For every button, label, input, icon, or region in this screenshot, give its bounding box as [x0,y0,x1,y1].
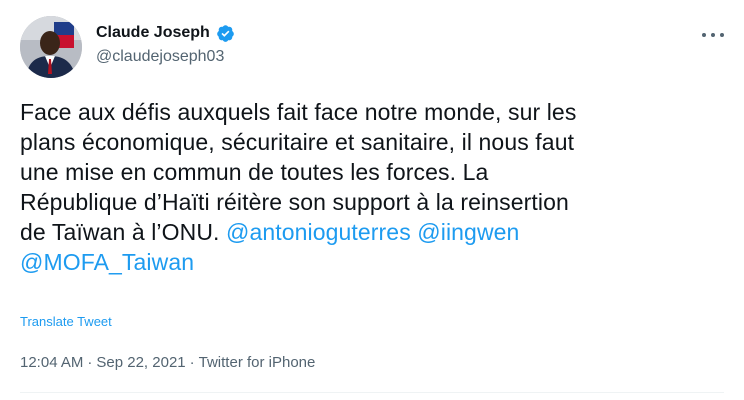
tweet-text: Face aux défis auxquels fait face notre … [20,97,720,277]
display-name[interactable]: Claude Joseph [96,24,210,42]
tweet-date[interactable]: Sep 22, 2021 [96,354,185,371]
mention-link[interactable]: @antonioguterres [226,219,411,245]
tweet-source[interactable]: Twitter for iPhone [199,354,316,371]
tweet-text-line: de Taïwan à l’ONU. [20,219,227,245]
tweet-meta: 12:04 AM · Sep 22, 2021 · Twitter for iPhone [20,354,315,371]
more-dot [711,33,715,37]
avatar[interactable] [20,16,82,78]
more-dot [702,33,706,37]
verified-badge-icon [216,24,235,43]
name-row: Claude Joseph [96,22,235,44]
tweet-time[interactable]: 12:04 AM [20,354,83,371]
tweet-text-line: République d’Haïti réitère son support à… [20,189,569,215]
tweet-card: Claude Joseph @claudejoseph03 Face aux d… [0,0,744,400]
mention-link[interactable]: @iingwen [417,219,519,245]
tweet-text-line: Face aux défis auxquels fait face notre … [20,99,577,125]
tweet-header: Claude Joseph @claudejoseph03 [20,14,724,78]
meta-separator: · [87,354,93,371]
tweet-text-line: une mise en commun de toutes les forces.… [20,159,489,185]
meta-separator: · [189,354,195,371]
tweet-text-line: plans économique, sécuritaire et sanitai… [20,129,575,155]
mention-link[interactable]: @MOFA_Taiwan [20,249,194,275]
author-handle[interactable]: @claudejoseph03 [96,48,235,66]
translate-tweet-link[interactable]: Translate Tweet [20,314,112,329]
divider [20,392,724,393]
more-options-icon[interactable] [702,28,724,42]
author-identity: Claude Joseph @claudejoseph03 [96,22,235,66]
more-dot [720,33,724,37]
